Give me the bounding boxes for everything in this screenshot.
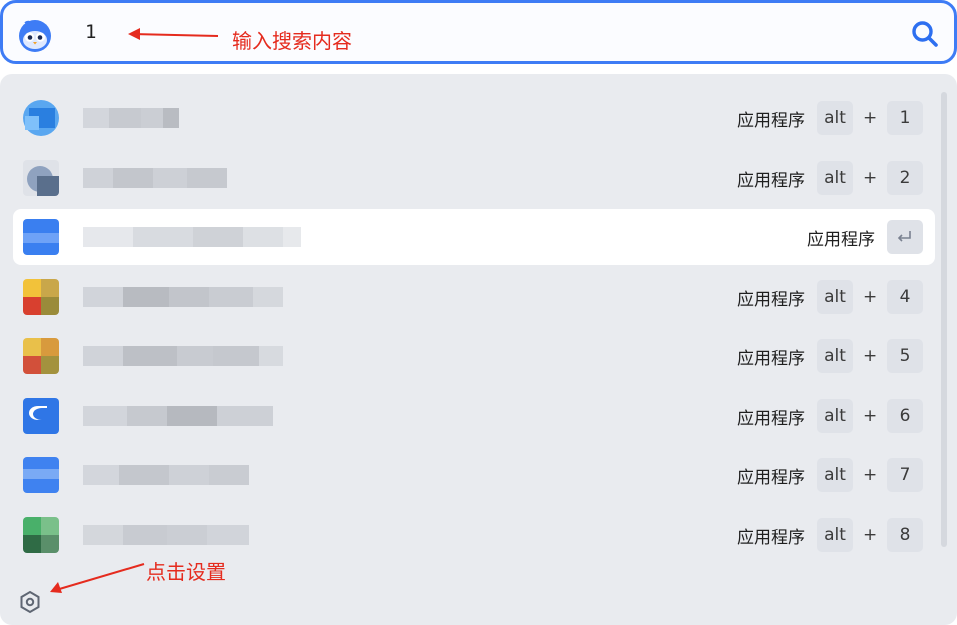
app-name-blurred bbox=[83, 465, 249, 485]
search-input[interactable]: 1 bbox=[85, 21, 96, 43]
magnifier-icon[interactable] bbox=[910, 19, 940, 49]
enter-return-icon[interactable] bbox=[887, 220, 923, 254]
result-row-4[interactable]: 应用程序 alt + 4 bbox=[13, 269, 935, 325]
result-type-label: 应用程序 bbox=[737, 527, 805, 548]
row-meta: 应用程序 alt + 7 bbox=[737, 447, 923, 503]
shortcut-plus: + bbox=[863, 406, 878, 426]
result-row-1[interactable]: 应用程序 alt + 1 bbox=[13, 90, 935, 146]
app-name-blurred bbox=[83, 346, 283, 366]
row-meta: 应用程序 alt + 4 bbox=[737, 269, 923, 325]
bird-avatar-icon[interactable] bbox=[16, 18, 54, 52]
shortcut-modifier: alt bbox=[817, 101, 853, 135]
result-type-label: 应用程序 bbox=[737, 408, 805, 429]
shortcut-number: 1 bbox=[887, 101, 923, 135]
app-icon bbox=[23, 457, 59, 493]
app-icon bbox=[23, 517, 59, 553]
shortcut-plus: + bbox=[863, 287, 878, 307]
annotation-arrow-settings bbox=[50, 563, 145, 593]
results-panel: 应用程序 alt + 1 应用程序 alt + 2 应用程序 应用程序 alt … bbox=[0, 74, 957, 625]
annotation-search-hint: 输入搜索内容 bbox=[232, 29, 352, 53]
row-meta: 应用程序 alt + 2 bbox=[737, 150, 923, 206]
shortcut-modifier: alt bbox=[817, 399, 853, 433]
result-type-label: 应用程序 bbox=[737, 348, 805, 369]
result-row-2[interactable]: 应用程序 alt + 2 bbox=[13, 150, 935, 206]
result-row-8[interactable]: 应用程序 alt + 8 bbox=[13, 507, 935, 563]
shortcut-plus: + bbox=[863, 346, 878, 366]
shortcut-number: 8 bbox=[887, 518, 923, 552]
app-name-blurred bbox=[83, 287, 283, 307]
shortcut-number: 5 bbox=[887, 339, 923, 373]
shortcut-plus: + bbox=[863, 465, 878, 485]
result-row-3-selected[interactable]: 应用程序 bbox=[13, 209, 935, 265]
shortcut-modifier: alt bbox=[817, 518, 853, 552]
app-name-blurred bbox=[83, 525, 249, 545]
result-type-label: 应用程序 bbox=[737, 110, 805, 131]
app-icon bbox=[23, 279, 59, 315]
shortcut-number: 7 bbox=[887, 458, 923, 492]
app-icon bbox=[23, 338, 59, 374]
hexagon-settings-icon[interactable] bbox=[18, 590, 42, 614]
app-name-blurred bbox=[83, 168, 227, 188]
annotation-arrow-search bbox=[128, 28, 219, 40]
result-row-5[interactable]: 应用程序 alt + 5 bbox=[13, 328, 935, 384]
shortcut-modifier: alt bbox=[817, 339, 853, 373]
row-meta: 应用程序 alt + 6 bbox=[737, 388, 923, 444]
app-name-blurred bbox=[83, 406, 273, 426]
app-icon bbox=[23, 219, 59, 255]
annotation-settings-hint: 点击设置 bbox=[146, 560, 226, 584]
app-name-blurred bbox=[83, 108, 179, 128]
row-meta: 应用程序 alt + 8 bbox=[737, 507, 923, 563]
shortcut-modifier: alt bbox=[817, 280, 853, 314]
result-type-label: 应用程序 bbox=[737, 170, 805, 191]
shortcut-plus: + bbox=[863, 525, 878, 545]
result-row-6[interactable]: 应用程序 alt + 6 bbox=[13, 388, 935, 444]
app-icon bbox=[23, 100, 59, 136]
shortcut-number: 6 bbox=[887, 399, 923, 433]
result-row-7[interactable]: 应用程序 alt + 7 bbox=[13, 447, 935, 503]
row-meta: 应用程序 alt + 1 bbox=[737, 90, 923, 146]
app-icon bbox=[23, 398, 59, 434]
result-type-label: 应用程序 bbox=[737, 289, 805, 310]
app-icon bbox=[23, 160, 59, 196]
shortcut-number: 2 bbox=[887, 161, 923, 195]
shortcut-plus: + bbox=[863, 108, 878, 128]
result-type-label: 应用程序 bbox=[737, 467, 805, 488]
shortcut-plus: + bbox=[863, 168, 878, 188]
shortcut-modifier: alt bbox=[817, 161, 853, 195]
result-type-label: 应用程序 bbox=[807, 229, 875, 250]
row-meta: 应用程序 bbox=[807, 209, 923, 265]
app-name-blurred bbox=[83, 227, 301, 247]
row-meta: 应用程序 alt + 5 bbox=[737, 328, 923, 384]
shortcut-modifier: alt bbox=[817, 458, 853, 492]
shortcut-number: 4 bbox=[887, 280, 923, 314]
scrollbar[interactable] bbox=[941, 92, 947, 547]
